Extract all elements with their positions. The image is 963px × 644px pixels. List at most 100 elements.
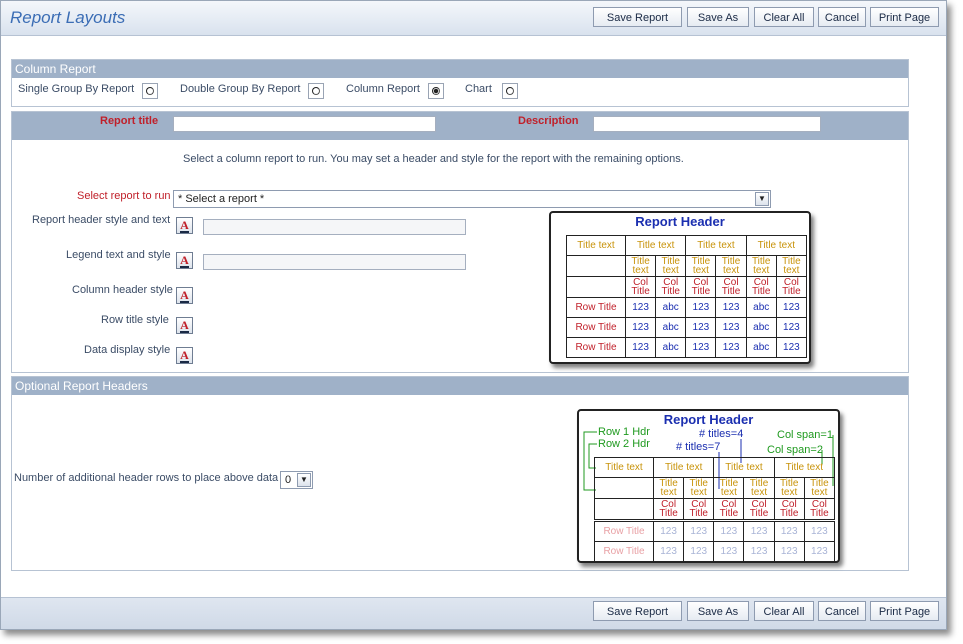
save-as-button[interactable]: Save As bbox=[687, 7, 749, 27]
preview-cell: 123 bbox=[775, 337, 808, 358]
preview-subtitle-cell: Title text bbox=[775, 255, 808, 277]
preview-cell: 123 bbox=[713, 541, 745, 562]
report-type-section: Column Report Single Group By Report Dou… bbox=[11, 59, 909, 107]
preview-cell: 123 bbox=[775, 297, 808, 318]
preview-title-cell: Title text bbox=[773, 457, 836, 478]
preview-cell: 123 bbox=[715, 297, 747, 318]
column-report-radio[interactable] bbox=[428, 83, 444, 99]
preview-cell: 123 bbox=[683, 521, 715, 542]
chart-radio[interactable] bbox=[502, 83, 518, 99]
column-header-style-button[interactable]: A bbox=[176, 287, 193, 304]
chart-label: Chart bbox=[465, 83, 492, 95]
preview-col-title-cell: Col Title bbox=[685, 276, 717, 298]
preview-faded-table: Row Title 123 123 123 123 123 123 Row Ti… bbox=[594, 521, 836, 562]
select-report-label: Select report to run bbox=[77, 190, 171, 202]
column-report-label: Column Report bbox=[346, 83, 420, 95]
report-settings-section: Report title Description Select a column… bbox=[11, 111, 909, 373]
header-rows-select[interactable]: 0 ▼ bbox=[280, 471, 313, 489]
preview-cell: 123 bbox=[803, 541, 836, 562]
preview-row-title: Row Title bbox=[594, 541, 654, 562]
font-style-icon: A bbox=[180, 318, 189, 333]
preview-title-cell: Title text bbox=[745, 235, 808, 256]
preview-cell: 123 bbox=[715, 317, 747, 338]
preview-cell: 123 bbox=[683, 541, 715, 562]
preview-row: Row Title 123 abc 123 123 abc 123 bbox=[566, 297, 808, 318]
preview-cell: 123 bbox=[743, 521, 775, 542]
header-rows-value: 0 bbox=[285, 474, 292, 486]
preview-subtitle-cell: Title text bbox=[685, 255, 717, 277]
legend-style-button[interactable]: A bbox=[176, 252, 193, 269]
preview-cell: 123 bbox=[773, 521, 805, 542]
preview-cell: abc bbox=[745, 337, 777, 358]
print-page-button[interactable]: Print Page bbox=[870, 7, 939, 27]
preview-title-cell: Title text bbox=[685, 235, 747, 256]
optional-headers-header: Optional Report Headers bbox=[12, 377, 908, 395]
preview-row-title: Row Title bbox=[566, 337, 626, 358]
preview-row-title: Row Title bbox=[566, 317, 626, 338]
preview-subtitle-cell: Title text bbox=[715, 255, 747, 277]
preview-cell: abc bbox=[655, 297, 687, 318]
cancel-button[interactable]: Cancel bbox=[818, 601, 866, 621]
preview-subtitle-cell: Title text bbox=[773, 477, 805, 499]
preview-subtitle-cell: Title text bbox=[652, 477, 685, 499]
preview-title-cell: Title text bbox=[652, 457, 715, 478]
report-layouts-window: Report Layouts Save Report Save As Clear… bbox=[0, 0, 947, 630]
report-header-text-input[interactable] bbox=[203, 219, 466, 235]
single-group-label: Single Group By Report bbox=[18, 83, 135, 95]
preview-cell: abc bbox=[745, 317, 777, 338]
preview-subtitle-cell: Title text bbox=[803, 477, 836, 499]
preview-report-header: Report Header bbox=[635, 214, 725, 229]
preview-cell: 123 bbox=[715, 337, 747, 358]
preview-col-title-cell: Col Title bbox=[803, 498, 836, 520]
single-group-radio[interactable] bbox=[142, 83, 158, 99]
preview-col-title-cell: Col Title bbox=[683, 498, 715, 520]
print-page-button[interactable]: Print Page bbox=[870, 601, 939, 621]
cancel-button[interactable]: Cancel bbox=[818, 7, 866, 27]
font-style-icon: A bbox=[180, 253, 189, 268]
report-title-input[interactable] bbox=[173, 116, 436, 132]
preview-title-cell: Title text bbox=[713, 457, 775, 478]
chevron-down-icon[interactable]: ▼ bbox=[297, 473, 311, 487]
preview-cell: 123 bbox=[773, 541, 805, 562]
preview-subtitle-cell: Title text bbox=[743, 477, 775, 499]
chevron-down-icon[interactable]: ▼ bbox=[755, 192, 769, 206]
double-group-radio[interactable] bbox=[308, 83, 324, 99]
preview-col-title-cell: Col Title bbox=[775, 276, 808, 298]
preview-row: Row Title 123 abc 123 123 abc 123 bbox=[566, 317, 808, 338]
data-display-style-button[interactable]: A bbox=[176, 347, 193, 364]
report-header-style-button[interactable]: A bbox=[176, 217, 193, 234]
instructions-text: Select a column report to run. You may s… bbox=[183, 153, 684, 165]
preview-table: Title text Title text Title text Title t… bbox=[566, 235, 808, 358]
preview-col-title-cell: Col Title bbox=[715, 276, 747, 298]
row-title-style-button[interactable]: A bbox=[176, 317, 193, 334]
optional-headers-preview: Report Header Row 1 Hdr Row 2 Hdr # titl… bbox=[577, 409, 840, 563]
legend-text-input[interactable] bbox=[203, 254, 466, 270]
double-group-label: Double Group By Report bbox=[180, 83, 301, 95]
preview-row: Row Title 123 123 123 123 123 123 bbox=[594, 541, 836, 562]
font-style-icon: A bbox=[180, 348, 189, 363]
save-as-button[interactable]: Save As bbox=[687, 601, 749, 621]
clear-all-button[interactable]: Clear All bbox=[754, 7, 814, 27]
optional-headers-section: Optional Report Headers Number of additi… bbox=[11, 376, 909, 571]
save-report-button[interactable]: Save Report bbox=[593, 601, 682, 621]
preview-cell: 123 bbox=[652, 521, 685, 542]
select-report-dropdown[interactable]: * Select a report * ▼ bbox=[173, 190, 771, 208]
preview-title-cell: Title text bbox=[594, 457, 654, 478]
row-title-style-label: Row title style bbox=[101, 314, 169, 326]
preview-cell: abc bbox=[655, 337, 687, 358]
clear-all-button[interactable]: Clear All bbox=[754, 601, 814, 621]
preview-col-title-cell: Col Title bbox=[624, 276, 657, 298]
preview-col-title-cell: Col Title bbox=[745, 276, 777, 298]
header-rows-label: Number of additional header rows to plac… bbox=[14, 472, 279, 484]
report-header-style-label: Report header style and text bbox=[32, 214, 171, 226]
save-report-button[interactable]: Save Report bbox=[593, 7, 682, 27]
preview-row-title: Row Title bbox=[566, 297, 626, 318]
preview-cell: 123 bbox=[685, 317, 717, 338]
data-display-style-label: Data display style bbox=[84, 344, 171, 356]
bottom-toolbar: Save Report Save As Clear All Cancel Pri… bbox=[1, 597, 946, 629]
description-label: Description bbox=[518, 115, 579, 127]
preview-cell: 123 bbox=[624, 337, 657, 358]
preview-row: Row Title 123 abc 123 123 abc 123 bbox=[566, 337, 808, 358]
description-input[interactable] bbox=[593, 116, 821, 132]
page-title: Report Layouts bbox=[10, 8, 126, 27]
